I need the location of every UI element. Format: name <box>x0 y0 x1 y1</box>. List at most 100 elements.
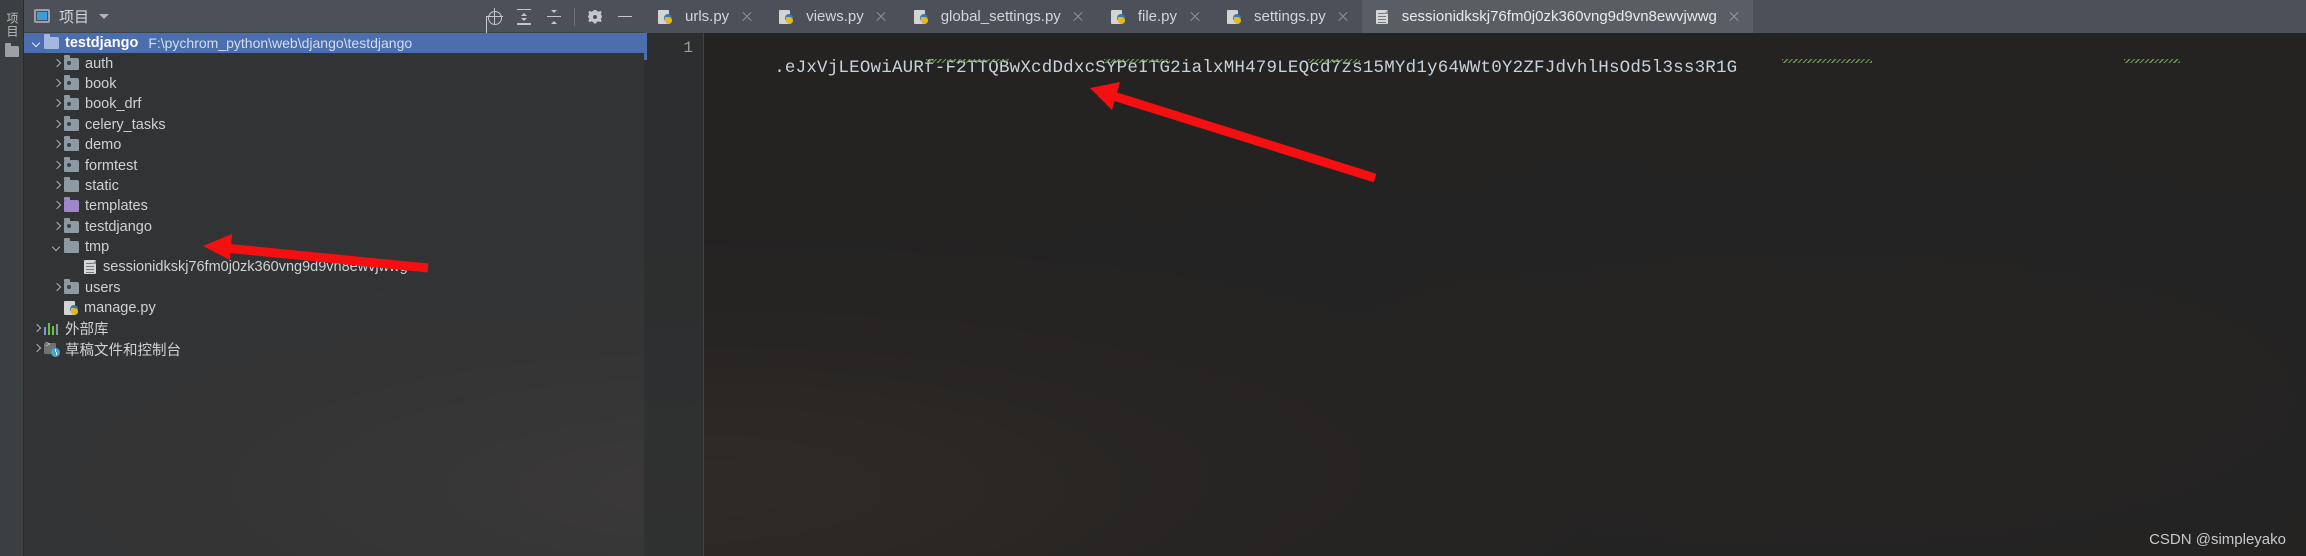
toolbar-divider <box>574 7 575 26</box>
close-icon[interactable] <box>1337 10 1350 23</box>
tree-item-sessionidkskj76fm0j0zk360vng9d9vn8ewvjwwg[interactable]: sessionidkskj76fm0j0zk360vng9d9vn8ewvjww… <box>24 257 644 277</box>
chevron-right-icon[interactable] <box>50 118 64 132</box>
chevron-right-icon[interactable] <box>50 57 64 71</box>
tree-item-path: F:\pychrom_python\web\django\testdjango <box>148 35 413 52</box>
chevron-right-icon[interactable] <box>50 220 64 234</box>
spellcheck-squiggle <box>2124 59 2180 63</box>
python-file-icon <box>913 9 928 24</box>
tree-item-label: book_drf <box>85 96 142 113</box>
chevron-down-icon[interactable] <box>30 36 44 50</box>
tree-item-label: users <box>85 279 121 296</box>
editor-tab-global_settings.py[interactable]: global_settings.py <box>900 0 1097 33</box>
editor-tab-file.py[interactable]: file.py <box>1097 0 1213 33</box>
tree-item-label: templates <box>85 198 148 215</box>
python-file-icon <box>1110 9 1125 24</box>
python-file-icon <box>64 301 78 316</box>
tree-item-label: manage.py <box>84 300 156 317</box>
tree-item-auth[interactable]: auth <box>24 53 644 73</box>
left-tool-window-strip: 项目 <box>0 0 24 556</box>
python-file-icon <box>1227 9 1241 24</box>
close-icon[interactable] <box>1728 10 1741 23</box>
code-line-content[interactable]: .eJxVjLEOwiAURf-F2TTQBwXcdDdxcSYPeITG2ia… <box>704 33 2306 556</box>
tree-item-demo[interactable]: demo <box>24 135 644 155</box>
editor-tab-bar[interactable]: urls.py views.py global_settings.py file.py… <box>644 0 2306 33</box>
project-panel-title: 项目 <box>59 8 90 26</box>
folder-icon <box>64 176 79 192</box>
current-line-marker <box>644 33 647 60</box>
tree-item-book[interactable]: book <box>24 74 644 94</box>
spellcheck-squiggle <box>1104 59 1170 63</box>
folder-module-icon <box>64 95 79 111</box>
tool-window-label-project: 项目 <box>5 12 19 38</box>
tree-item-templates[interactable]: templates <box>24 196 644 216</box>
spellcheck-squiggle <box>1308 59 1360 63</box>
spellcheck-squiggle <box>926 59 1010 63</box>
chevron-down-icon[interactable] <box>99 13 110 19</box>
collapse-all-icon[interactable] <box>539 4 569 30</box>
minimize-icon[interactable] <box>610 4 640 30</box>
tree-item-label: formtest <box>85 157 138 174</box>
tree-item-testdjango[interactable]: testdjango F:\pychrom_python\web\django\t… <box>24 33 644 54</box>
tree-item-label: auth <box>85 55 114 72</box>
close-icon[interactable] <box>875 10 888 23</box>
locate-icon[interactable] <box>479 4 509 30</box>
chevron-right-icon[interactable] <box>50 179 64 193</box>
editor-tab-label: sessionidkskj76fm0j0zk360vng9d9vn8ewvjww… <box>1401 8 1717 25</box>
spellcheck-squiggle <box>1782 59 1872 63</box>
editor-tab-urls.py[interactable]: urls.py <box>644 0 765 33</box>
tree-item-celery_tasks[interactable]: celery_tasks <box>24 115 644 135</box>
code-editor[interactable]: 1 .eJxVjLEOwiAURf-F2TTQBwXcdDdxcSYPeITG2… <box>644 33 2306 556</box>
tool-window-button-project[interactable]: 项目 <box>0 10 24 57</box>
tree-item-label: sessionidkskj76fm0j0zk360vng9d9vn8ewvjww… <box>103 259 408 276</box>
folder-icon <box>5 43 19 57</box>
tree-item-formtest[interactable]: formtest <box>24 155 644 175</box>
editor-tab-label: urls.py <box>685 8 730 25</box>
folder-module-icon <box>64 115 79 131</box>
tree-item-tmp[interactable]: tmp <box>24 237 644 257</box>
folder-icon <box>64 238 79 254</box>
close-icon[interactable] <box>1188 10 1201 23</box>
tree-item-草稿文件和控制台[interactable]: 草稿文件和控制台 <box>24 339 644 359</box>
gear-icon[interactable] <box>580 4 610 30</box>
close-icon[interactable] <box>1072 10 1085 23</box>
tree-item-label: static <box>85 177 119 194</box>
tree-item-testdjango[interactable]: testdjango <box>24 217 644 237</box>
scratches-consoles-icon <box>44 340 60 357</box>
watermark: CSDN @simpleyako <box>2149 531 2286 548</box>
tree-item-manage.py[interactable]: manage.py <box>24 298 644 318</box>
line-number-gutter: 1 <box>644 33 704 556</box>
folder-module-icon <box>64 278 79 294</box>
chevron-right-icon[interactable] <box>50 77 64 91</box>
chevron-right-icon[interactable] <box>50 199 64 213</box>
editor-tab-label: views.py <box>806 8 864 25</box>
folder-module-icon <box>64 74 79 90</box>
tree-item-static[interactable]: static <box>24 176 644 196</box>
project-panel-toolbar <box>479 0 644 33</box>
expand-all-icon[interactable] <box>509 4 539 30</box>
chevron-right-icon[interactable] <box>50 281 64 295</box>
chevron-right-icon[interactable] <box>50 138 64 152</box>
tree-item-users[interactable]: users <box>24 278 644 298</box>
chevron-down-icon[interactable] <box>50 240 64 254</box>
tree-item-外部库[interactable]: 外部库 <box>24 318 644 338</box>
project-tree[interactable]: testdjango F:\pychrom_python\web\django\t… <box>24 33 644 556</box>
close-icon[interactable] <box>740 10 753 23</box>
editor-tab-sessionidkskj76fm0j0zk360vng9d9vn8ewvjwwg[interactable]: sessionidkskj76fm0j0zk360vng9d9vn8ewvjww… <box>1361 0 1753 33</box>
editor-tab-label: file.py <box>1137 8 1177 25</box>
editor-area: urls.py views.py global_settings.py file.py… <box>644 0 2306 556</box>
chevron-right-icon[interactable] <box>30 322 44 336</box>
python-file-icon <box>658 9 672 24</box>
editor-tab-settings.py[interactable]: settings.py <box>1213 0 1362 33</box>
project-tool-window: 项目 testdjango F:\pychrom_python\web\djang… <box>24 0 644 556</box>
chevron-right-icon[interactable] <box>50 97 64 111</box>
folder-module-icon <box>64 156 79 172</box>
folder-root-icon <box>44 34 59 50</box>
editor-tab-views.py[interactable]: views.py <box>765 0 900 33</box>
chevron-right-icon[interactable] <box>50 159 64 173</box>
project-panel-header: 项目 <box>24 0 644 33</box>
chevron-right-icon[interactable] <box>30 342 44 356</box>
tree-item-label: testdjango <box>85 218 152 235</box>
tree-item-label: tmp <box>85 239 110 256</box>
tree-item-book_drf[interactable]: book_drf <box>24 94 644 114</box>
